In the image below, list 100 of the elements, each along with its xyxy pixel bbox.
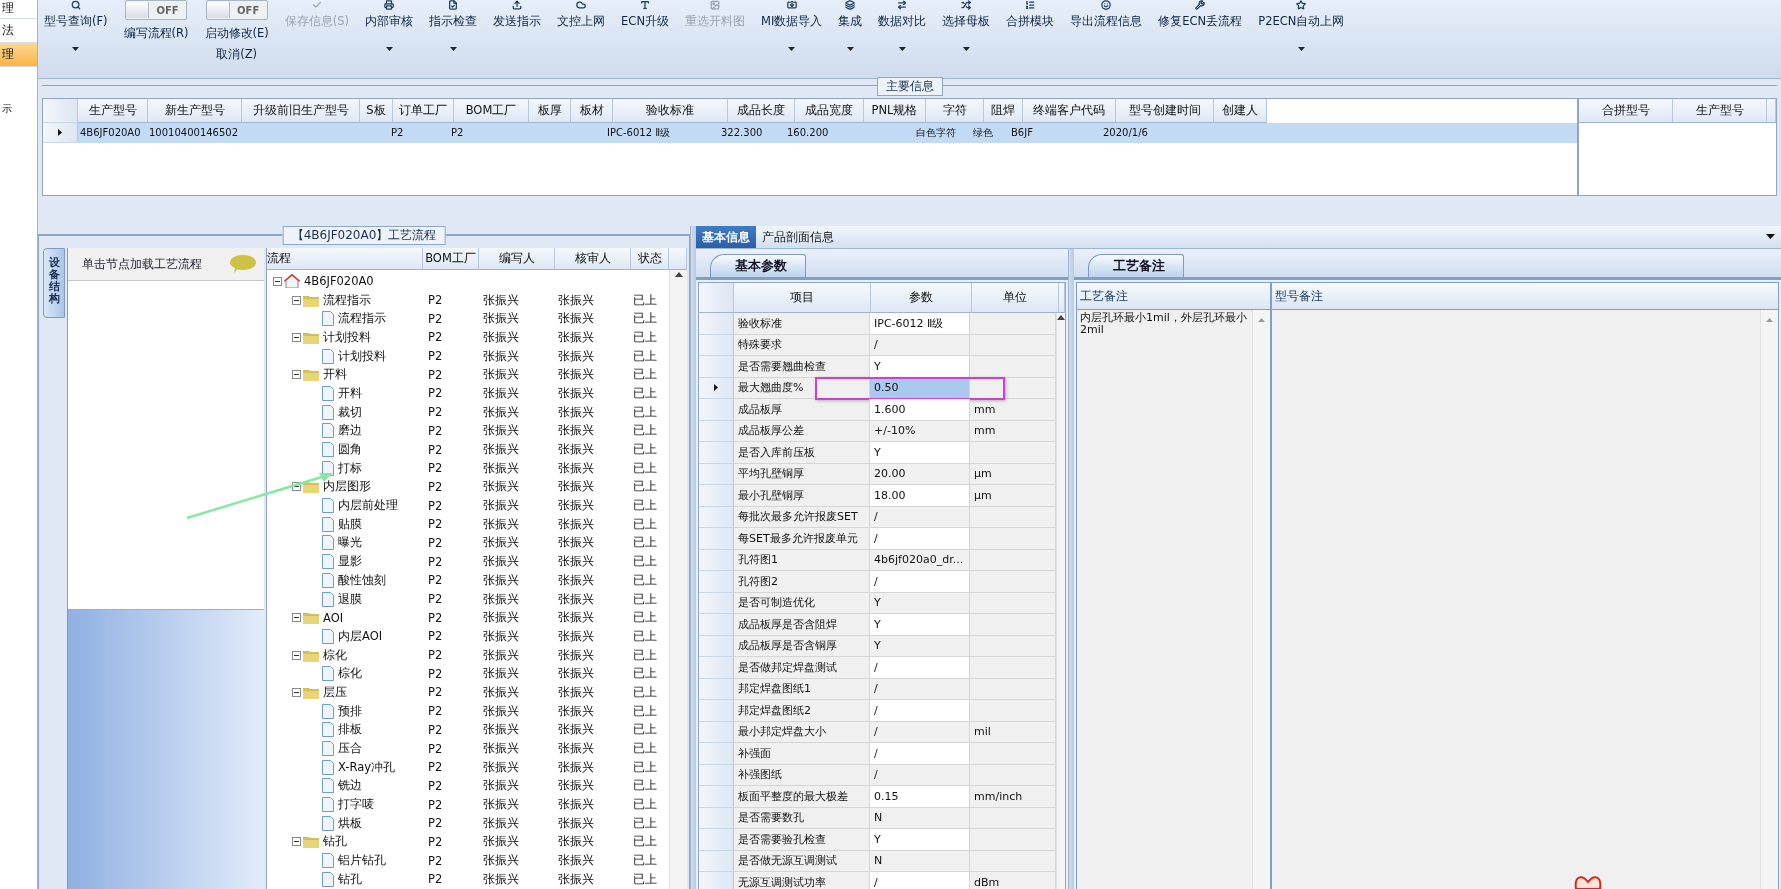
column-header[interactable]: 字符 (926, 99, 984, 123)
tab[interactable]: 基本信息 (696, 226, 756, 248)
column-header[interactable]: 合拼型号 (1579, 99, 1673, 123)
toolbar-button[interactable]: 发送指示 (491, 0, 544, 78)
param-row[interactable]: 成品板厚 1.600 mm (699, 399, 1056, 421)
tree-row[interactable]: 钻孔 P2 张振兴 张振兴 已上 (267, 870, 664, 889)
param-row[interactable]: 是否需要数孔 N (699, 807, 1056, 829)
column-header[interactable]: 单位 (972, 283, 1059, 313)
param-row[interactable]: 验收标准 IPC-6012 Ⅱ级 (699, 313, 1056, 335)
table-row[interactable]: 4B6JF020A0 10010400146502 P2 P2 IPC-6012 Ⅱ级 322.300 160.200 白色字符 绿色 B6JF 2020/1/6 (43, 123, 1577, 143)
param-row[interactable]: 成品板厚公差 +/-10% mm (699, 420, 1056, 442)
scrollbar[interactable] (1760, 310, 1778, 889)
column-header[interactable]: 板材 (571, 99, 613, 123)
tree-row[interactable]: 铝片钻孔 P2 张振兴 张振兴 已上 (267, 851, 664, 870)
column-header[interactable]: 验收标准 (613, 99, 728, 123)
toolbar-button[interactable]: ECN升级 (619, 0, 671, 78)
column-header[interactable]: 板厚 (529, 99, 571, 123)
column-header[interactable]: PNL规格 (864, 99, 926, 123)
collapse-icon[interactable] (292, 650, 301, 660)
column-header[interactable]: 型号创建时间 (1116, 99, 1214, 123)
tree-row[interactable]: 计划投料 P2 张振兴 张振兴 已上 (267, 346, 664, 366)
param-row[interactable]: 特殊要求 / (699, 334, 1056, 356)
column-header[interactable]: BOM工厂 (423, 248, 479, 270)
tree-row[interactable]: 内层图形 P2 张振兴 张振兴 已上 (267, 477, 664, 497)
param-row[interactable]: 是否可制造优化 Y (699, 592, 1056, 614)
note-field[interactable]: 内层孔环最小1mil，外层孔环最小2mil (1077, 310, 1270, 889)
collapse-icon[interactable] (292, 332, 301, 342)
param-row[interactable]: 补强图纸 / (699, 764, 1056, 786)
column-header[interactable]: 编写人 (479, 248, 555, 270)
collapse-icon[interactable] (292, 687, 301, 697)
tree-row[interactable]: 显影 P2 张振兴 张振兴 已上 (267, 552, 664, 571)
column-header[interactable]: 订单工厂 (393, 99, 454, 123)
row-header[interactable] (699, 377, 734, 399)
scroll-up-icon[interactable] (1057, 315, 1065, 320)
collapse-icon[interactable] (292, 482, 301, 492)
tree-row[interactable]: 铣边 P2 张振兴 张振兴 已上 (267, 776, 664, 796)
tree-row[interactable]: 层压 P2 张振兴 张振兴 已上 (267, 683, 664, 702)
toolbar-button[interactable]: 集成 (836, 0, 865, 78)
collapse-icon[interactable] (292, 837, 301, 847)
side-menu-item[interactable]: 理 (0, 43, 37, 67)
tree-row[interactable]: 棕化 P2 张振兴 张振兴 已上 (267, 645, 664, 665)
collapse-icon[interactable] (292, 370, 301, 380)
param-row[interactable]: 最小邦定焊盘大小 / mil (699, 721, 1056, 743)
param-row[interactable]: 每批次最多允许报废SET / (699, 506, 1056, 528)
tree-row[interactable]: 开料 P2 张振兴 张振兴 已上 (267, 365, 664, 385)
toolbar-button[interactable]: 指示检查 (427, 0, 480, 78)
column-header[interactable]: 流程 (267, 248, 423, 270)
column-header[interactable]: 核审人 (555, 248, 631, 270)
toolbar-button[interactable]: 选择母板 (940, 0, 993, 78)
param-row[interactable]: 成品板厚是否含铜厚 Y (699, 635, 1056, 657)
scrollbar[interactable] (1056, 313, 1065, 889)
column-header[interactable]: 参数 (871, 283, 972, 313)
param-row[interactable]: 补强面 / (699, 743, 1056, 765)
tree-row[interactable]: 压合 P2 张振兴 张振兴 已上 (267, 739, 664, 758)
param-row[interactable]: 最小孔壁铜厚 18.00 μm (699, 485, 1056, 507)
toolbar-button[interactable]: 修复ECN丢流程 (1156, 0, 1245, 78)
column-header[interactable]: 升级前旧生产型号 (242, 99, 360, 123)
scrollbar[interactable] (1252, 310, 1270, 889)
tree-row[interactable]: 棕化 P2 张振兴 张振兴 已上 (267, 664, 664, 684)
tree-row[interactable]: 裁切 P2 张振兴 张振兴 已上 (267, 402, 664, 422)
scroll-up-icon[interactable] (674, 272, 683, 277)
collapse-icon[interactable] (292, 295, 301, 305)
tree-row[interactable]: 开料 P2 张振兴 张振兴 已上 (267, 384, 664, 403)
tab[interactable]: 产品剖面信息 (756, 226, 840, 248)
column-header[interactable]: 状态 (631, 248, 669, 270)
column-header[interactable]: 项目 (734, 283, 871, 313)
param-row[interactable]: 无源互调测试功率 / dBm (699, 872, 1056, 889)
tree-row[interactable]: 排板 P2 张振兴 张振兴 已上 (267, 720, 664, 740)
column-header[interactable]: 终端客户代码 (1023, 99, 1116, 123)
toolbar-button[interactable]: 内部审核 (363, 0, 416, 78)
toggle-switch[interactable]: OFF (125, 0, 188, 20)
param-row[interactable]: 是否做无源互调测试 N (699, 850, 1056, 872)
column-header[interactable]: 成品长度 (728, 99, 795, 123)
toolbar-button[interactable]: MI数据导入 (759, 0, 825, 78)
column-header[interactable]: S板 (360, 99, 393, 123)
grid-corner[interactable] (699, 283, 734, 313)
scrollbar[interactable] (669, 270, 687, 889)
param-row[interactable]: 板面平整度的最大极差 0.15 mm/inch (699, 786, 1056, 808)
tree-row[interactable]: 流程指示 P2 张振兴 张振兴 已上 (267, 290, 664, 310)
cancel-button[interactable]: 取消(Z) (216, 47, 258, 62)
collapse-icon[interactable] (273, 276, 282, 286)
column-header[interactable]: 新生产型号 (148, 99, 242, 123)
side-menu-item[interactable]: 理 (0, 0, 37, 19)
toolbar-button[interactable]: 导出流程信息 (1068, 0, 1145, 78)
tree-row[interactable]: AOI P2 张振兴 张振兴 已上 (267, 608, 664, 628)
tree-row[interactable]: 烘板 P2 张振兴 张振兴 已上 (267, 813, 664, 833)
toolbar-button[interactable]: P2ECN自动上网 (1256, 0, 1347, 78)
tree-row[interactable]: X-Ray冲孔 P2 张振兴 张振兴 已上 (267, 757, 664, 777)
splitter[interactable] (690, 226, 696, 889)
column-header[interactable]: 成品宽度 (795, 99, 864, 123)
tree-row[interactable]: 磨边 P2 张振兴 张振兴 已上 (267, 421, 664, 441)
tree-row[interactable]: 曝光 P2 张振兴 张振兴 已上 (267, 533, 664, 553)
param-row[interactable]: 成品板厚是否含阻焊 Y (699, 614, 1056, 636)
tree-row[interactable]: 退膜 P2 张振兴 张振兴 已上 (267, 589, 664, 609)
tree-row[interactable]: 4B6JF020A0 (267, 272, 664, 291)
column-header[interactable]: 创建人 (1214, 99, 1267, 123)
tree-row[interactable]: 内层前处理 P2 张振兴 张振兴 已上 (267, 496, 664, 515)
param-row[interactable]: 是否需要翘曲检查 Y (699, 356, 1056, 378)
sub-tab[interactable]: 基本参数 (710, 254, 806, 277)
sub-tab[interactable]: 工艺备注 (1088, 254, 1184, 277)
